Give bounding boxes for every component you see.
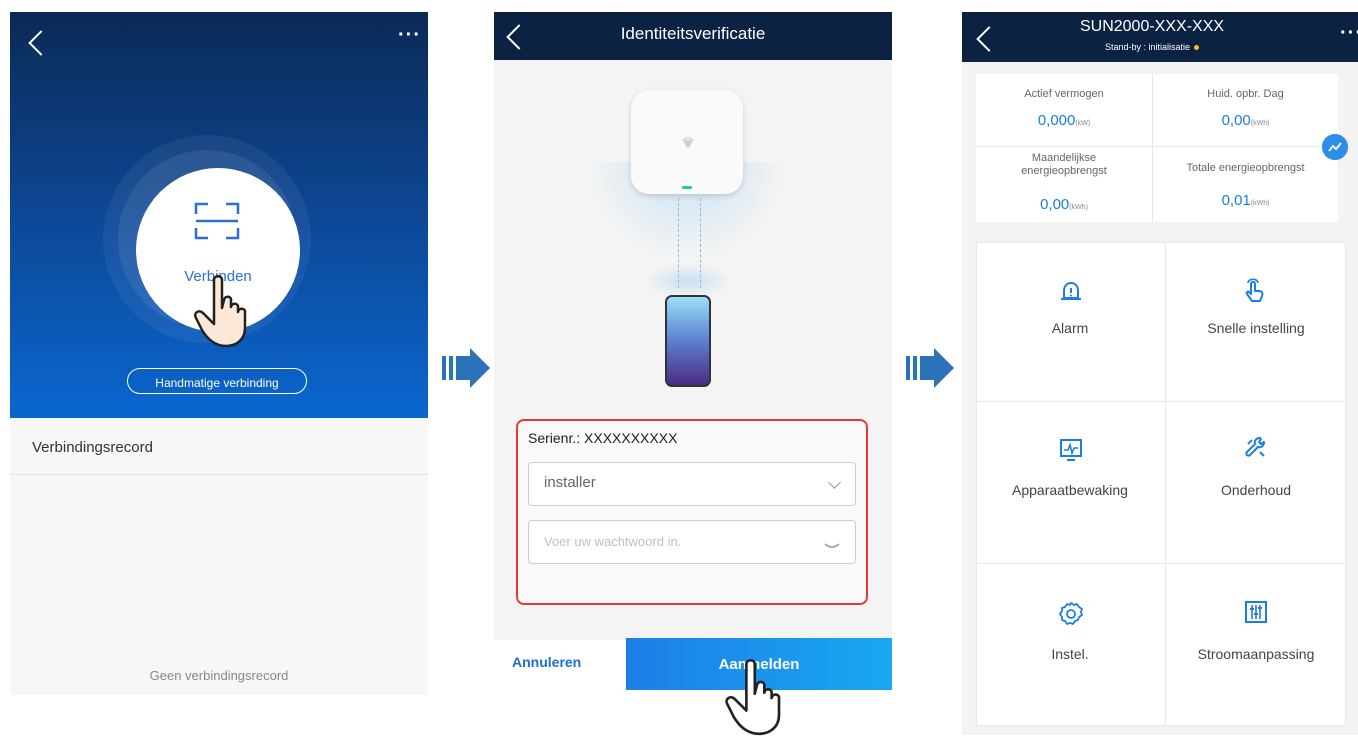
- divider: [976, 146, 1338, 147]
- status-dot: [1194, 45, 1200, 51]
- manual-connection-button[interactable]: Handmatige verbinding: [127, 368, 307, 394]
- stat-unit: (kWh): [1250, 120, 1270, 127]
- stat-value: 0,01(kWh): [1153, 192, 1338, 209]
- device-status-text: Stand-by : initialisatie: [1104, 42, 1191, 52]
- router-led: [682, 186, 692, 189]
- monitor-icon: [1060, 439, 1082, 461]
- brand-logo-icon: [682, 136, 694, 148]
- empty-record-text: Geen verbindingsrecord: [149, 668, 289, 683]
- stat-number: 0,01: [1221, 192, 1251, 209]
- bell-icon: [1061, 281, 1081, 300]
- tile-label: Stroomaanpassing: [1197, 646, 1315, 662]
- stat-unit: (kWh): [1069, 204, 1088, 211]
- stat-label: Huid. opbr. Dag: [1207, 88, 1284, 100]
- serial-number: Serienr.: XXXXXXXXXX: [528, 430, 677, 446]
- flow-arrow-icon: [442, 348, 490, 388]
- tile-label: Instel.: [1051, 646, 1089, 662]
- connect-screen: ··· Verbinden Handmatige verbinding Verb…: [10, 12, 428, 695]
- tile-label: Alarm: [1051, 320, 1089, 336]
- pointing-hand-icon: [725, 659, 781, 736]
- stat-number: 0,00: [1221, 112, 1251, 129]
- pointing-hand-icon: [194, 275, 247, 348]
- stat-unit: (kWh): [1250, 200, 1270, 207]
- stat-number: 0,00: [1040, 196, 1070, 213]
- tile-label: Apparaatbewaking: [1012, 482, 1128, 498]
- stat-label: Actief vermogen: [1024, 88, 1104, 100]
- password-placeholder: Voer uw wachtwoord in.: [544, 534, 682, 549]
- login-form-highlight: [516, 419, 868, 605]
- wrench-icon: [1245, 437, 1265, 457]
- more-dots-icon[interactable]: ···: [1340, 23, 1358, 43]
- sliders-icon: [1245, 601, 1267, 623]
- device-status: Stand-by : initialisatie: [962, 42, 1342, 52]
- identity-verification-screen: Identiteitsverificatie Serienr.: XXXXXXX…: [494, 12, 892, 702]
- stat-label: Totale energieopbrengst: [1186, 162, 1305, 174]
- stat-value: 0,00(kWh): [1153, 112, 1338, 129]
- tile-power-adjustment[interactable]: [1166, 564, 1346, 726]
- device-title: SUN2000-XXX-XXX: [1079, 18, 1225, 35]
- serial-label: Serienr.:: [528, 430, 581, 446]
- user-select-value: installer: [544, 474, 596, 491]
- more-dots-icon[interactable]: ···: [398, 25, 421, 45]
- stat-unit: (kW): [1075, 120, 1091, 127]
- tile-settings[interactable]: [976, 564, 1165, 726]
- stat-number: 0,000: [1037, 112, 1076, 129]
- touch-hand-icon: [1245, 278, 1264, 302]
- flow-arrow-icon: [906, 348, 954, 388]
- stat-value: 0,00(kWh): [976, 196, 1152, 213]
- page-title: Identiteitsverificatie: [620, 24, 766, 43]
- phone-illustration: [665, 295, 711, 387]
- phone-glow: [644, 264, 732, 298]
- hide-password-icon[interactable]: [824, 543, 840, 549]
- tile-label: Snelle instelling: [1207, 320, 1305, 336]
- trend-chart-icon[interactable]: [1322, 134, 1348, 160]
- stat-label: Maandelijkse energieopbrengst: [1021, 152, 1107, 177]
- scan-icon: [194, 202, 240, 240]
- serial-value: XXXXXXXXXX: [584, 430, 678, 446]
- record-title: Verbindingsrecord: [32, 439, 153, 456]
- device-home-screen: ··· SUN2000-XXX-XXX Stand-by : initialis…: [962, 12, 1358, 735]
- stat-value: 0,000(kW): [976, 112, 1152, 129]
- cancel-button[interactable]: Annuleren: [512, 654, 612, 670]
- tile-label: Onderhoud: [1220, 482, 1292, 498]
- gear-icon: [1059, 602, 1083, 625]
